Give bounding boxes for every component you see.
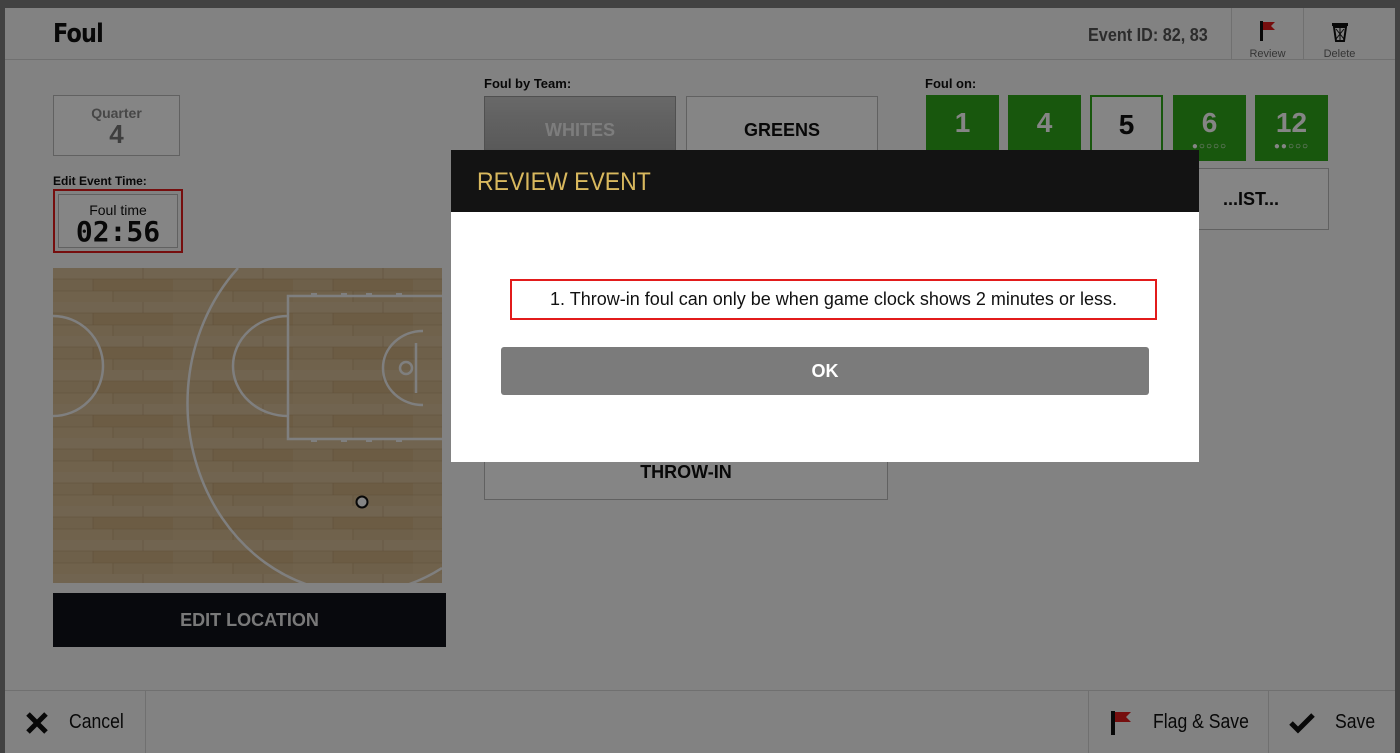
dialog-message-highlight: 1. Throw-in foul can only be when game c… (510, 279, 1157, 320)
review-event-dialog: REVIEW EVENT 1. Throw-in foul can only b… (451, 150, 1199, 462)
ok-button[interactable]: OK (501, 347, 1149, 395)
dialog-header: REVIEW EVENT (451, 150, 1199, 212)
dialog-message: 1. Throw-in foul can only be when game c… (550, 289, 1117, 309)
dialog-title: REVIEW EVENT (477, 168, 651, 196)
